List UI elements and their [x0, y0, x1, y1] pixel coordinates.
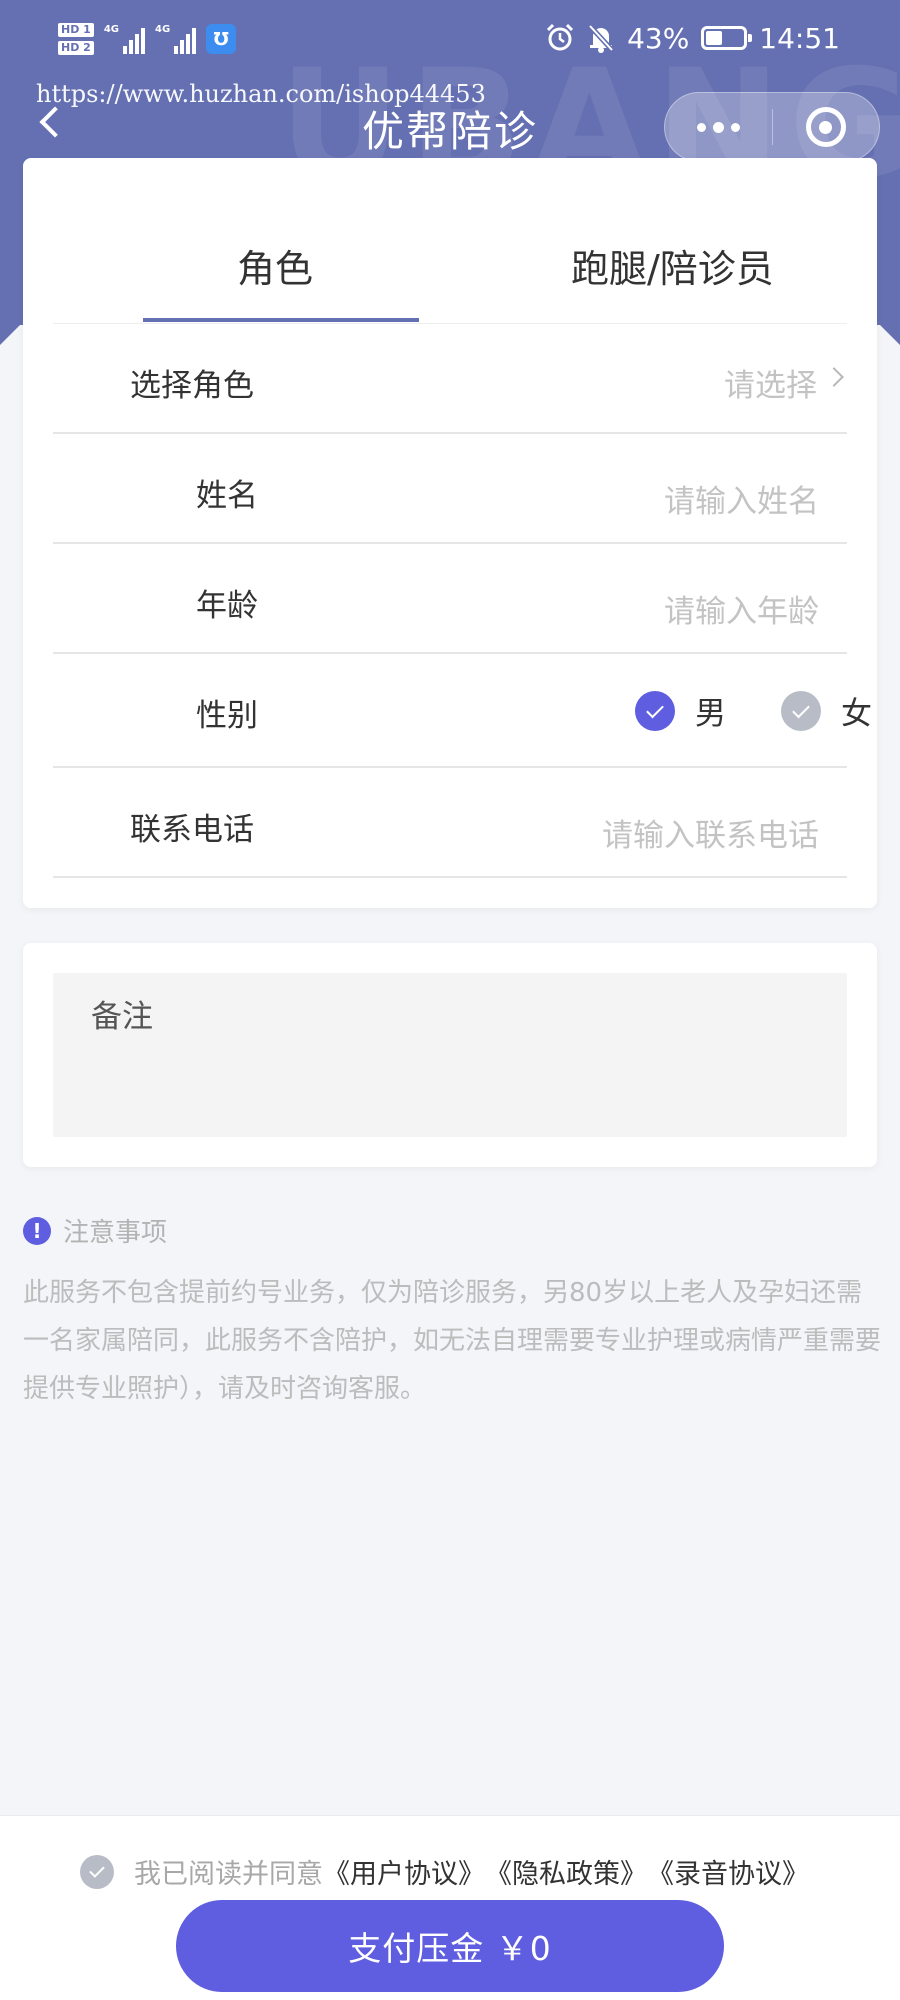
name-label: 姓名: [196, 478, 258, 514]
chevron-right-icon: [824, 367, 844, 387]
more-options-button[interactable]: [665, 92, 772, 162]
remark-placeholder: 备注: [91, 999, 153, 1035]
target-icon: [805, 107, 846, 147]
gender-female-radio[interactable]: 女: [781, 688, 872, 733]
hd2-badge: HD 2: [58, 41, 94, 55]
role-select-row[interactable]: 选择角色 请选择: [53, 324, 847, 434]
app-notification-icon: Ʊ: [206, 24, 237, 54]
tab-runner-escort[interactable]: 跑腿/陪诊员: [571, 238, 774, 293]
bottom-bar: 我已阅读并同意 《用户协议》 《隐私政策》 《录音协议》 支付压金 ￥0: [0, 1815, 900, 2000]
age-label: 年龄: [196, 588, 258, 624]
unchecked-circle-icon: [781, 690, 821, 731]
role-label: 选择角色: [130, 368, 254, 404]
agreement-checkbox[interactable]: [80, 1854, 114, 1889]
phone-input[interactable]: 请输入联系电话: [602, 810, 819, 855]
hd-indicators: HD 1 HD 2: [58, 23, 94, 55]
agreement-row: 我已阅读并同意 《用户协议》 《隐私政策》 《录音协议》: [80, 1852, 809, 1891]
tab-role[interactable]: 角色: [237, 238, 313, 293]
gender-male-label: 男: [695, 696, 726, 732]
mute-bell-icon: [588, 24, 614, 53]
name-row: 姓名 请输入姓名: [53, 434, 847, 544]
gender-female-label: 女: [841, 696, 872, 732]
form-card: 角色 跑腿/陪诊员 选择角色 请选择 姓名 请输入姓名 年龄 请输入年龄 性别 …: [23, 158, 877, 908]
alarm-icon: [547, 23, 574, 51]
checked-circle-icon: [635, 690, 675, 731]
notice-title: 注意事项: [63, 1218, 168, 1248]
network-type-1: 4G: [103, 24, 119, 35]
hd1-badge: HD 1: [58, 23, 94, 37]
network-type-2: 4G: [155, 24, 171, 35]
mini-program-capsule: [664, 92, 880, 162]
battery-icon: [701, 26, 753, 50]
status-bar: HD 1 HD 2 4G 4G Ʊ 43% 14:51: [0, 0, 900, 80]
remark-card: 备注: [23, 943, 877, 1167]
notice-section: ! 注意事项 此服务不包含提前约号业务，仅为陪诊服务，另80岁以上老人及孕妇还需…: [23, 1212, 883, 1413]
privacy-policy-link[interactable]: 《隐私政策》: [485, 1852, 647, 1891]
clock: 14:51: [759, 21, 840, 55]
battery-fill: [706, 31, 722, 45]
gender-label: 性别: [196, 698, 258, 734]
user-agreement-link[interactable]: 《用户协议》: [323, 1852, 485, 1891]
tab-bar: 角色 跑腿/陪诊员: [53, 158, 847, 324]
role-select[interactable]: 请选择: [724, 360, 817, 405]
check-icon: [89, 1862, 105, 1878]
watermark-url: https://www.huzhan.com/ishop44453: [36, 80, 486, 108]
nav-bar: 优帮陪诊 https://www.huzhan.com/ishop44453: [0, 80, 900, 164]
gender-row: 性别 男 女: [53, 654, 872, 768]
recording-agreement-link[interactable]: 《录音协议》: [647, 1852, 809, 1891]
remark-textarea[interactable]: 备注: [53, 973, 847, 1137]
gender-male-radio[interactable]: 男: [635, 688, 726, 733]
battery-percent: 43%: [627, 21, 690, 55]
status-right: 43% 14:51: [545, 20, 840, 56]
phone-label: 联系电话: [130, 812, 254, 848]
more-dots-icon: [696, 122, 706, 132]
notice-text: 此服务不包含提前约号业务，仅为陪诊服务，另80岁以上老人及孕妇还需一名家属陪同，…: [23, 1278, 882, 1404]
phone-row: 联系电话 请输入联系电话: [53, 768, 847, 878]
close-mini-program-button[interactable]: [772, 92, 879, 162]
age-row: 年龄 请输入年龄: [53, 544, 847, 654]
active-tab-indicator: [143, 318, 419, 322]
agreement-prefix: 我已阅读并同意: [134, 1859, 323, 1890]
exclamation-icon: !: [23, 1216, 51, 1245]
name-input[interactable]: 请输入姓名: [664, 476, 819, 521]
pay-deposit-button[interactable]: 支付压金 ￥0: [176, 1900, 724, 1992]
signal-icon: 4G: [104, 24, 145, 54]
age-input[interactable]: 请输入年龄: [664, 586, 819, 631]
status-left: HD 1 HD 2 4G 4G Ʊ: [58, 14, 237, 64]
signal-icon-2: 4G: [155, 24, 197, 54]
notice-header: ! 注意事项: [23, 1212, 883, 1249]
